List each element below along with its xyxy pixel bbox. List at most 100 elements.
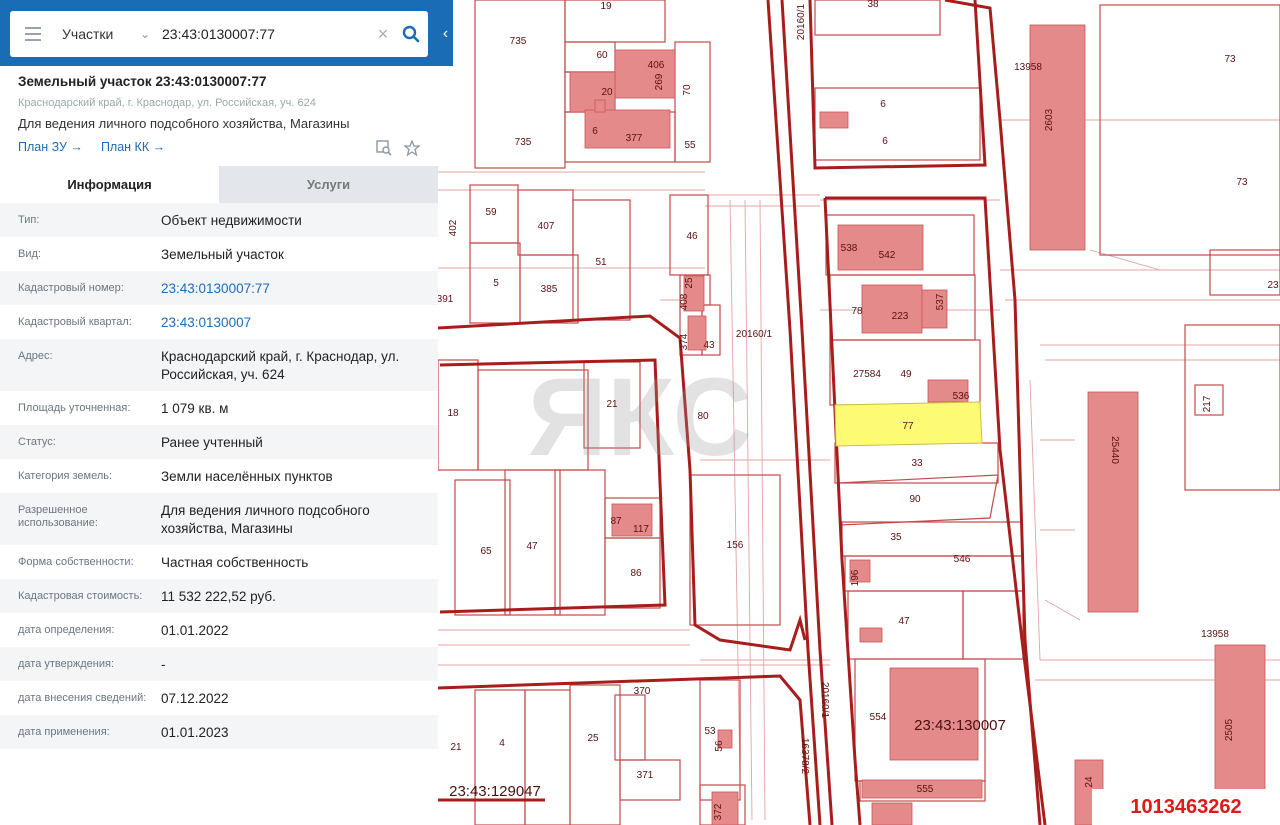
map-label: 536 <box>953 391 970 402</box>
info-value: 1 079 кв. м <box>161 401 229 416</box>
map-label: 46 <box>686 231 698 242</box>
search-box: Участки ⌄ 23:43:0130007:77 × <box>10 11 428 57</box>
info-value: Объект недвижимости <box>161 213 302 228</box>
layer-select[interactable]: Участки ⌄ <box>56 11 156 57</box>
map-label: 391 <box>437 294 454 305</box>
info-value: Ранее учтенный <box>161 435 263 450</box>
map-label: 20160/1 <box>819 682 830 719</box>
map-label: 73 <box>1224 54 1236 65</box>
watermark: ЯКС <box>528 356 752 479</box>
info-value: 01.01.2023 <box>161 725 229 740</box>
layer-select-value: Участки <box>62 26 114 42</box>
info-value: Земельный участок <box>161 247 284 262</box>
map-label: 20 <box>601 87 613 98</box>
map-label: 735 <box>515 137 532 148</box>
tab-information[interactable]: Информация <box>0 166 219 203</box>
info-key: Тип: <box>18 214 40 226</box>
map-label: 408 <box>679 293 690 310</box>
info-row-address: Адрес: Краснодарский край, г. Краснодар, … <box>0 339 438 391</box>
info-row-permitted-use: Разрешенное использование: Для ведения ли… <box>0 493 438 545</box>
map-label: 70 <box>682 84 693 96</box>
map-label: 21 <box>606 399 618 410</box>
info-value: 01.01.2022 <box>161 623 229 638</box>
map-label: 538 <box>841 243 858 254</box>
map-label: 546 <box>954 554 971 565</box>
map-label: 2505 <box>1224 718 1235 741</box>
info-key: дата внесения сведений: <box>18 692 147 704</box>
info-key: Разрешенное использование: <box>18 504 98 529</box>
map-label: 47 <box>526 541 538 552</box>
find-on-map-icon[interactable] <box>376 140 392 161</box>
info-key: дата утверждения: <box>18 658 115 670</box>
map-label: 43 <box>703 340 715 351</box>
header-actions <box>376 139 421 161</box>
info-key: дата применения: <box>18 726 110 738</box>
info-key: Категория земель: <box>18 470 113 482</box>
map-label: 24 <box>1084 776 1095 788</box>
tab-services[interactable]: Услуги <box>219 166 438 203</box>
plan-kk-link[interactable]: План КК → <box>101 140 165 154</box>
map-label: 13958 <box>1201 629 1229 640</box>
collapse-panel-icon[interactable]: ‹ <box>438 11 453 57</box>
info-row-status: Статус: Ранее учтенный <box>0 425 438 459</box>
search-input[interactable]: 23:43:0130007:77 <box>156 26 372 42</box>
map-label: 385 <box>541 284 558 295</box>
info-row-land-category: Категория земель: Земли населённых пункто… <box>0 459 438 493</box>
quarter-label-left: 23:43:129047 <box>449 783 541 800</box>
info-value: Земли населённых пунктов <box>161 469 333 484</box>
info-table: Тип: Объект недвижимости Вид: Земельный уч… <box>0 203 438 749</box>
info-row-cadastral-number: Кадастровый номер: 23:43:0130007:77 <box>0 271 438 305</box>
menu-icon[interactable] <box>10 11 56 57</box>
panel-tabs: Информация Услуги <box>0 166 438 203</box>
info-panel: Земельный участок 23:43:0130007:77 Красн… <box>0 0 438 825</box>
map-label: 370 <box>634 686 651 697</box>
map-label: 20160/1 <box>796 3 807 40</box>
map-label: 374 <box>679 333 690 350</box>
info-key: Статус: <box>18 436 56 448</box>
map-label: 59 <box>485 207 497 218</box>
star-icon[interactable] <box>403 139 421 161</box>
info-row-area: Площадь уточненная: 1 079 кв. м <box>0 391 438 425</box>
map-label: 65 <box>480 546 492 557</box>
search-header: Участки ⌄ 23:43:0130007:77 × ‹ <box>0 0 453 66</box>
map-label: 13958 <box>1014 62 1042 73</box>
map-label: 60 <box>596 50 608 61</box>
parcel-header: Земельный участок 23:43:0130007:77 Красн… <box>18 74 428 157</box>
info-row-kind: Вид: Земельный участок <box>0 237 438 271</box>
map-label: 53 <box>704 726 716 737</box>
map-label: 117 <box>633 524 649 535</box>
map-label: 6 <box>592 126 598 137</box>
plan-links: План ЗУ → План КК → <box>18 140 428 154</box>
cadastral-quarter-link[interactable]: 23:43:0130007 <box>161 305 428 332</box>
map-label: 377 <box>626 133 643 144</box>
listing-id: 1013463262 <box>1092 789 1280 825</box>
map-label: 554 <box>870 712 887 723</box>
info-row-date-approved: дата утверждения: - <box>0 647 438 681</box>
map-label: 77 <box>902 421 914 432</box>
info-key: Вид: <box>18 248 41 260</box>
map-label: 78 <box>851 306 863 317</box>
map-label: 406 <box>648 60 665 71</box>
map-label: 18 <box>447 408 459 419</box>
map-label: 35 <box>890 532 902 543</box>
info-key: Кадастровый квартал: <box>18 316 132 328</box>
plan-zu-link[interactable]: План ЗУ → <box>18 140 83 154</box>
map-label: 402 <box>448 219 459 236</box>
search-icon[interactable] <box>394 11 428 57</box>
map-label: 4 <box>499 738 505 749</box>
info-row-cadastral-quarter: Кадастровый квартал: 23:43:0130007 <box>0 305 438 339</box>
map-label: 6 <box>880 99 886 110</box>
info-row-date-determined: дата определения: 01.01.2022 <box>0 613 438 647</box>
map-label: 56 <box>714 740 725 752</box>
info-value: Краснодарский край, г. Краснодар, ул. Ро… <box>161 349 400 382</box>
cadastral-number-link[interactable]: 23:43:0130007:77 <box>161 271 428 298</box>
info-key: Адрес: <box>18 350 53 362</box>
map-label: 196 <box>850 569 861 586</box>
close-icon[interactable]: × <box>372 24 394 45</box>
parcel-title: Земельный участок 23:43:0130007:77 <box>18 74 267 89</box>
info-key: Форма собственности: <box>18 556 134 568</box>
map-label: 25 <box>587 733 599 744</box>
map-label: 269 <box>654 73 665 90</box>
map-label: 735 <box>510 36 527 47</box>
map-label: 6 <box>882 136 888 147</box>
